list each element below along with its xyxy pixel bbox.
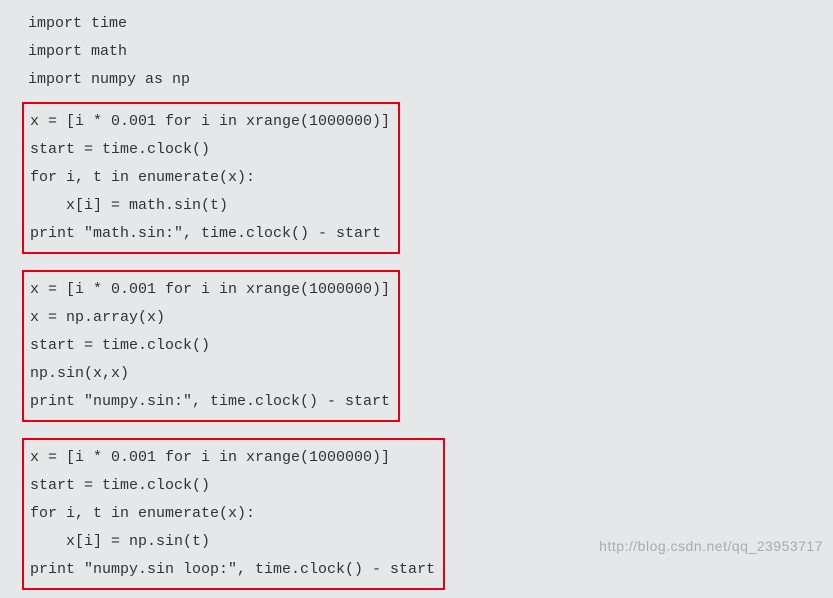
code-block-numpy-sin-loop: x = [i * 0.001 for i in xrange(1000000)]…: [22, 438, 445, 590]
code-line: x = [i * 0.001 for i in xrange(1000000)]: [30, 108, 390, 136]
code-line: print "numpy.sin:", time.clock() - start: [30, 388, 390, 416]
code-line: for i, t in enumerate(x):: [30, 500, 435, 528]
code-line: print "numpy.sin loop:", time.clock() - …: [30, 556, 435, 584]
code-line: start = time.clock(): [30, 332, 390, 360]
code-line: print "math.sin:", time.clock() - start: [30, 220, 390, 248]
code-line: x[i] = np.sin(t): [30, 528, 435, 556]
code-block-numpy-sin: x = [i * 0.001 for i in xrange(1000000)]…: [22, 270, 400, 422]
import-line: import time: [28, 10, 833, 38]
code-line: for i, t in enumerate(x):: [30, 164, 390, 192]
code-line: x = np.array(x): [30, 304, 390, 332]
code-page: import time import math import numpy as …: [0, 0, 833, 598]
code-line: x = [i * 0.001 for i in xrange(1000000)]: [30, 444, 435, 472]
code-line: start = time.clock(): [30, 136, 390, 164]
code-line: x = [i * 0.001 for i in xrange(1000000)]: [30, 276, 390, 304]
code-line: start = time.clock(): [30, 472, 435, 500]
import-line: import math: [28, 38, 833, 66]
import-line: import numpy as np: [28, 66, 833, 94]
code-line: np.sin(x,x): [30, 360, 390, 388]
code-block-math-sin: x = [i * 0.001 for i in xrange(1000000)]…: [22, 102, 400, 254]
watermark-text: http://blog.csdn.net/qq_23953717: [599, 538, 823, 554]
code-line: x[i] = math.sin(t): [30, 192, 390, 220]
